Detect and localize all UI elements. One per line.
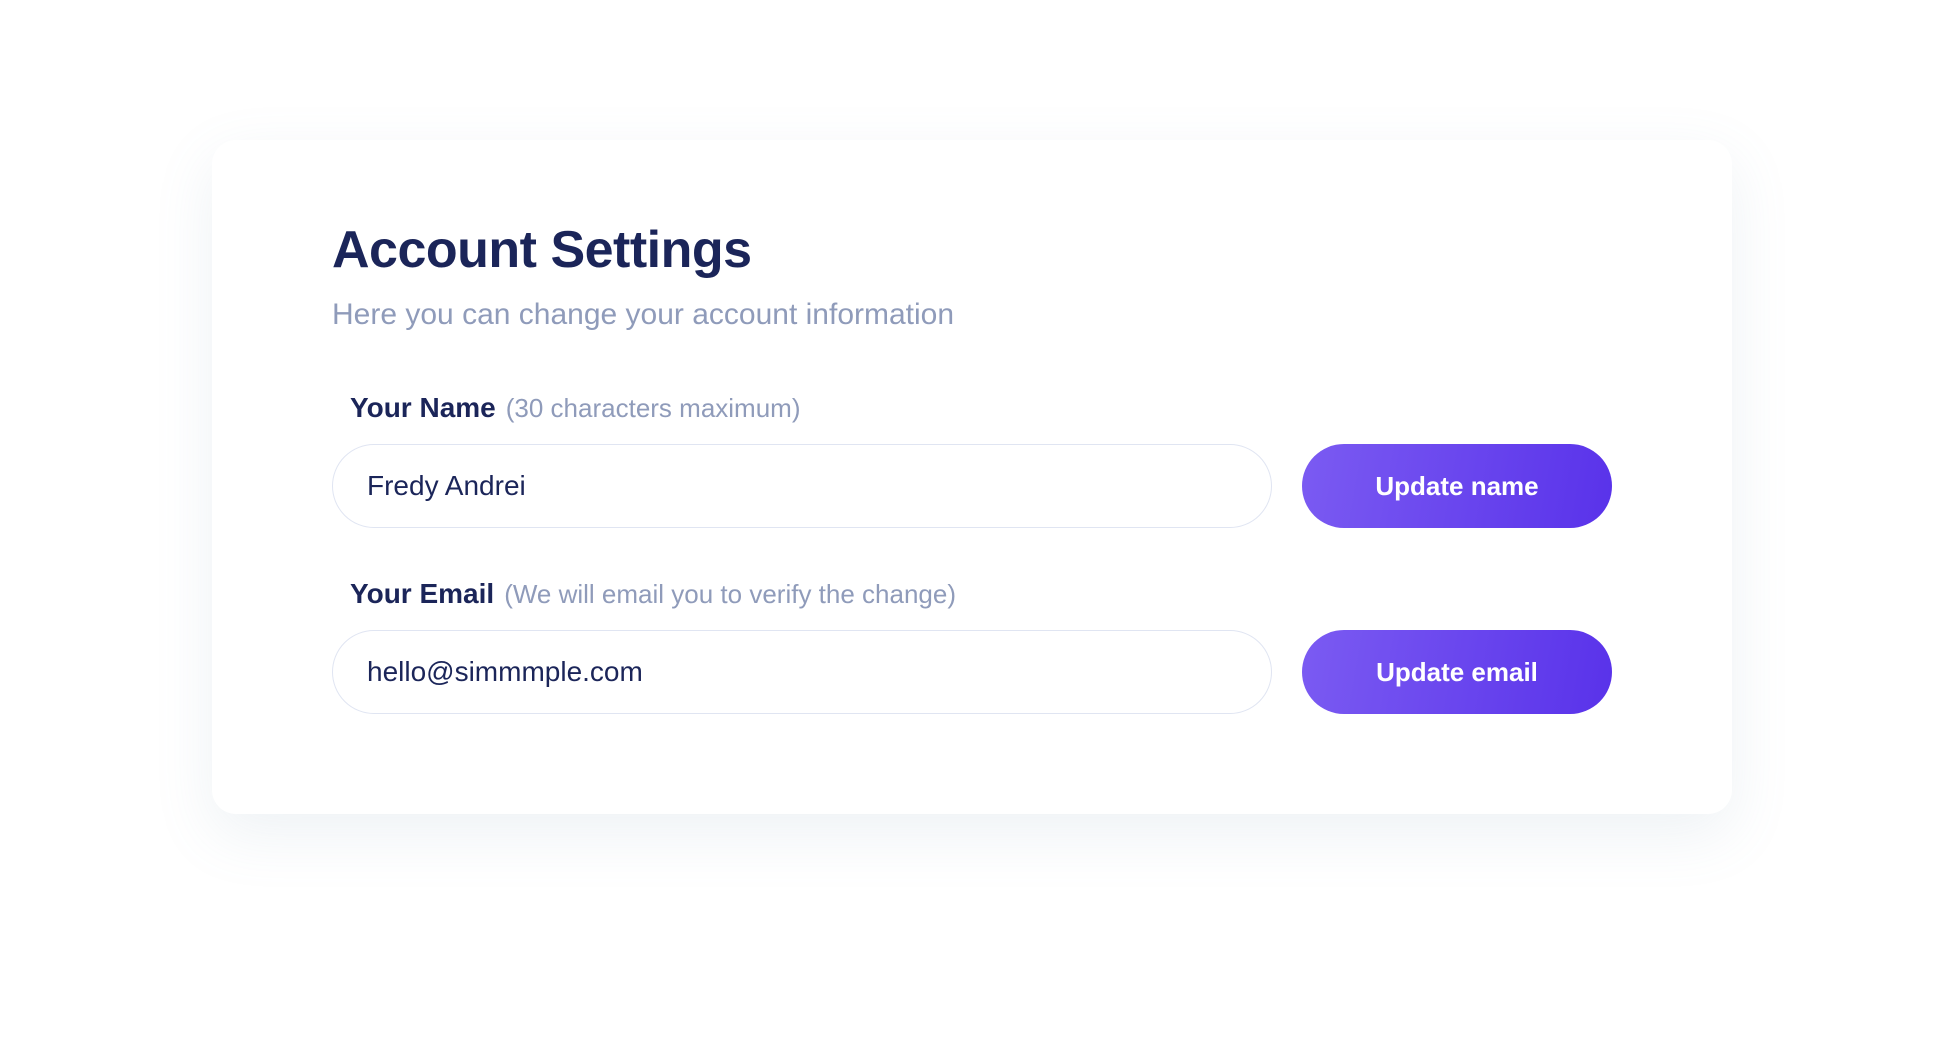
page-subtitle: Here you can change your account informa… bbox=[332, 298, 1612, 332]
update-email-button[interactable]: Update email bbox=[1302, 630, 1612, 714]
email-label: Your Email bbox=[350, 578, 494, 610]
name-input[interactable] bbox=[332, 444, 1272, 528]
account-settings-card: Account Settings Here you can change you… bbox=[212, 140, 1732, 814]
update-name-button[interactable]: Update name bbox=[1302, 444, 1612, 528]
page-title: Account Settings bbox=[332, 220, 1612, 280]
email-input[interactable] bbox=[332, 630, 1272, 714]
email-field-group: Your Email (We will email you to verify … bbox=[332, 578, 1612, 714]
email-input-row: Update email bbox=[332, 630, 1612, 714]
email-hint: (We will email you to verify the change) bbox=[504, 579, 956, 610]
email-label-row: Your Email (We will email you to verify … bbox=[332, 578, 1612, 610]
name-label-row: Your Name (30 characters maximum) bbox=[332, 392, 1612, 424]
name-input-row: Update name bbox=[332, 444, 1612, 528]
name-field-group: Your Name (30 characters maximum) Update… bbox=[332, 392, 1612, 528]
name-label: Your Name bbox=[350, 392, 496, 424]
name-hint: (30 characters maximum) bbox=[506, 393, 801, 424]
